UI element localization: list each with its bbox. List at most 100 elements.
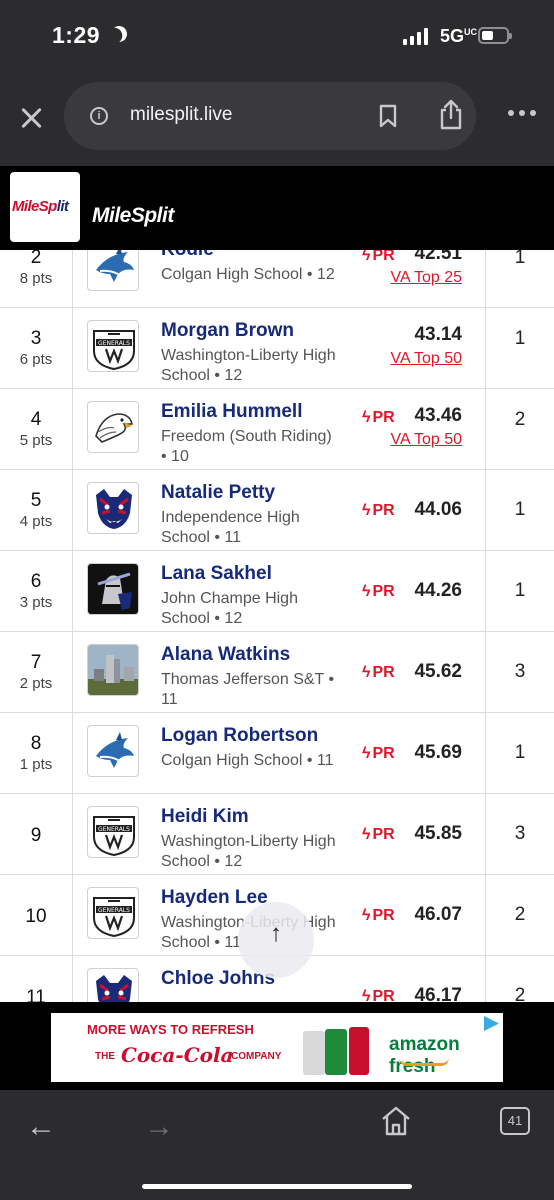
home-icon[interactable]	[380, 1106, 412, 1136]
school-name[interactable]: Thomas Jefferson S&T • 11	[161, 670, 336, 710]
arrow-up-icon: ↑	[270, 920, 282, 947]
place-cell: 8 1 pts	[0, 733, 72, 773]
tiger-logo[interactable]	[87, 482, 139, 534]
result-row[interactable]: 6 3 pts Lana Sakhel John Champe High School…	[0, 551, 554, 632]
athlete-name[interactable]: Lana Sakhel	[161, 563, 272, 585]
tabs-button[interactable]: 41	[500, 1107, 530, 1135]
athlete-name[interactable]: Heidi Kim	[161, 806, 249, 828]
heat-number: 3	[514, 661, 526, 682]
school-name[interactable]: Washington-Liberty High School • 12	[161, 346, 336, 386]
result-row[interactable]: 3 6 pts GENERALS Morgan Brown Washington-Lib…	[0, 308, 554, 389]
school-name[interactable]: John Champe High School • 12	[161, 589, 336, 629]
result-row[interactable]: 5 4 pts Natalie Petty Independence High Sch…	[0, 470, 554, 551]
school-name[interactable]: Independence High School • 11	[161, 508, 336, 548]
bookmark-icon[interactable]	[378, 104, 398, 128]
share-icon[interactable]	[438, 98, 464, 130]
athlete-name[interactable]: Alana Watkins	[161, 644, 290, 666]
knight-logo[interactable]	[87, 563, 139, 615]
milesplit-logo[interactable]: MileSplit	[10, 172, 80, 242]
heat-number: 1	[514, 250, 526, 268]
column-divider	[72, 956, 73, 1002]
athlete-name[interactable]: Hayden Lee	[161, 887, 268, 909]
result-row[interactable]: 4 5 pts Emilia Hummell Freedom (South Ridin…	[0, 389, 554, 470]
close-icon[interactable]	[16, 104, 46, 134]
column-divider	[72, 551, 73, 631]
heat-number: 2	[514, 409, 526, 430]
pr-badge: ϟ PR	[362, 583, 395, 600]
eagle-logo[interactable]	[87, 401, 139, 453]
athlete-name[interactable]: Natalie Petty	[161, 482, 275, 504]
more-options-icon[interactable]	[508, 110, 538, 118]
heat-number: 1	[514, 499, 526, 520]
browser-bottom-bar: ← → 41	[0, 1090, 554, 1200]
generals-logo[interactable]: GENERALS	[87, 320, 139, 372]
athlete-name[interactable]: Morgan Brown	[161, 320, 294, 342]
clock: 1:29	[52, 22, 101, 48]
shark-logo[interactable]	[87, 250, 139, 291]
pr-badge: ϟ PR	[362, 250, 395, 265]
place-cell: 11	[0, 987, 72, 1002]
svg-text:GENERALS: GENERALS	[98, 340, 130, 347]
result-row[interactable]: 7 2 pts Alana Watkins Thomas Jefferson S&T …	[0, 632, 554, 713]
place-number: 10	[25, 906, 47, 927]
svg-text:GENERALS: GENERALS	[98, 826, 130, 833]
school-name[interactable]: Washington-Liberty High School • 12	[161, 832, 336, 872]
place-number: 8	[30, 733, 42, 754]
ad-company: COMPANY	[231, 1051, 282, 1062]
column-divider	[72, 632, 73, 712]
advertisement[interactable]: MORE WAYS TO REFRESH THE Coca-Cola COMPA…	[51, 1013, 503, 1082]
school-name[interactable]: Colgan High School • 12	[161, 265, 336, 285]
result-time: 44.26	[414, 580, 462, 601]
result-time: 44.06	[414, 499, 462, 520]
athlete-name[interactable]: Logan Robertson	[161, 725, 318, 747]
url-text[interactable]: milesplit.live	[130, 104, 232, 126]
column-divider	[72, 308, 73, 388]
adchoices-icon[interactable]	[484, 1016, 499, 1031]
site-header: MileSplit MileSplit	[0, 166, 554, 250]
pr-badge: ϟ PR	[362, 826, 395, 843]
points: 6 pts	[19, 351, 53, 368]
building-photo[interactable]	[87, 644, 139, 696]
ranking-link[interactable]: VA Top 50	[391, 431, 462, 449]
ranking-link[interactable]: VA Top 25	[391, 269, 462, 287]
brand-name[interactable]: MileSplit	[92, 204, 174, 228]
generals-logo[interactable]: GENERALS	[87, 887, 139, 939]
tiger-logo[interactable]	[87, 968, 139, 1002]
ranking-link[interactable]: VA Top 50	[391, 350, 462, 368]
browser-toolbar: i milesplit.live	[0, 74, 554, 166]
lightning-bolt-icon: ϟ	[362, 664, 371, 681]
info-icon[interactable]: i	[90, 107, 108, 125]
pr-badge: ϟ PR	[362, 745, 395, 762]
lightning-bolt-icon: ϟ	[362, 745, 371, 762]
generals-logo[interactable]: GENERALS	[87, 806, 139, 858]
result-row[interactable]: 9 GENERALS Heidi Kim Washington-Liberty Hig…	[0, 794, 554, 875]
forward-arrow-icon[interactable]: →	[144, 1110, 174, 1144]
pr-badge: ϟ PR	[362, 409, 395, 426]
place-number: 4	[30, 409, 42, 430]
column-divider	[72, 713, 73, 793]
place-cell: 9	[0, 825, 72, 847]
place-cell: 7 2 pts	[0, 652, 72, 692]
column-divider	[72, 389, 73, 469]
result-row[interactable]: 8 1 pts Logan Robertson Colgan High School …	[0, 713, 554, 794]
place-number: 3	[30, 328, 42, 349]
result-time: 43.14	[414, 324, 462, 345]
column-divider	[72, 875, 73, 955]
result-time: 45.62	[414, 661, 462, 682]
heat-number: 2	[514, 985, 526, 1002]
school-name[interactable]: Colgan High School • 11	[161, 751, 336, 771]
lightning-bolt-icon: ϟ	[362, 502, 371, 519]
focus-moon-icon	[109, 24, 130, 45]
column-divider	[72, 250, 73, 307]
athlete-name[interactable]: Emilia Hummell	[161, 401, 303, 423]
result-time: 46.17	[414, 985, 462, 1002]
school-name[interactable]: Freedom (South Riding) • 10	[161, 427, 336, 467]
shark-logo[interactable]	[87, 725, 139, 777]
address-bar[interactable]: i milesplit.live	[64, 82, 476, 150]
back-arrow-icon[interactable]: ←	[26, 1110, 56, 1144]
athlete-name[interactable]: Kodie	[161, 250, 214, 261]
place-number: 11	[26, 987, 46, 1002]
lightning-bolt-icon: ϟ	[362, 409, 371, 426]
scroll-to-top-button[interactable]: ↑	[238, 902, 314, 978]
result-row[interactable]: 2 8 pts Kodie Colgan High School • 12 ϟPR 42.…	[0, 250, 554, 308]
